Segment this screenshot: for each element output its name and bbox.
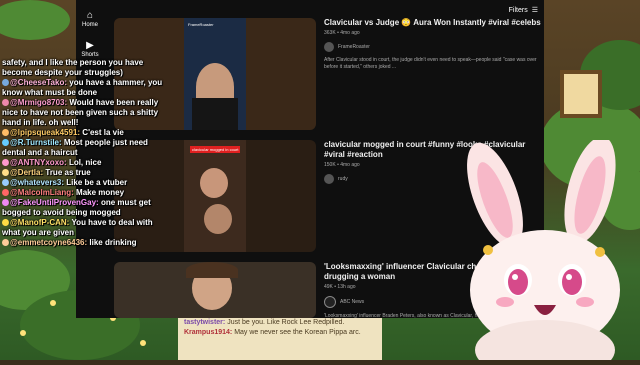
video-title[interactable]: Clavicular vs Judge 😳 Aura Won Instantly… — [324, 18, 544, 28]
chat-message: @ManofP-CAN: You have to deal with what … — [2, 218, 153, 237]
channel-avatar — [324, 296, 336, 308]
chat-message: @Dertla: True as true — [0, 168, 165, 178]
home-icon: ⌂ — [86, 10, 94, 21]
chat-message: @whatevers3: Like be a vtuber — [0, 178, 165, 188]
chat-message: @FakeUntilProvenGay: one must get bogged… — [2, 198, 151, 217]
chat-message: @CheeseTako: you have a hammer, you know… — [2, 78, 163, 97]
video-thumbnail[interactable] — [114, 262, 316, 318]
channel-avatar — [324, 174, 334, 184]
chat-message: @lpipsqueak4591: C'est la vie — [0, 128, 165, 138]
tweet-card: FrameRoaster — [184, 18, 246, 130]
chat-message: safety, and I like the person you have b… — [2, 58, 144, 77]
short-frame: clavicular mogged in court — [184, 140, 246, 252]
channel-avatar — [324, 42, 334, 52]
vtuber-bunny-avatar — [440, 136, 640, 365]
view-count: 363K • 4mo ago — [324, 30, 360, 36]
chat-message: @ANTNYxoxo: Lol, nice — [0, 158, 165, 168]
rail-item-shorts[interactable]: ▶ Shorts — [76, 40, 104, 58]
chat-message: @MalcolmLiang: Make money — [0, 188, 165, 198]
chat-message: @R.Turnstile: Most people just need dent… — [2, 138, 148, 157]
shorts-icon: ▶ — [86, 40, 94, 51]
strip-message: tastytwister: Just be you. Like Rock Lee… — [184, 319, 345, 326]
chat-message: @emmetcoyne6436: like drinking — [0, 238, 165, 248]
channel-row[interactable]: FrameRoaster — [324, 42, 544, 52]
rail-item-home[interactable]: ⌂ Home — [76, 10, 104, 28]
stream-chat-overlay: safety, and I like the person you have b… — [0, 58, 165, 248]
bottom-chat-strip: tastytwister: Just be you. Like Rock Lee… — [178, 318, 382, 360]
strip-message: Krampus1914: May we never see the Korean… — [184, 329, 361, 336]
filters-button[interactable]: Filters ☰ — [509, 6, 538, 15]
video-description: After Clavicular stood in court, the jud… — [324, 57, 537, 70]
chat-message: @Mrmigo8703: Would have been really nice… — [2, 98, 159, 127]
sliders-icon: ☰ — [531, 7, 538, 14]
